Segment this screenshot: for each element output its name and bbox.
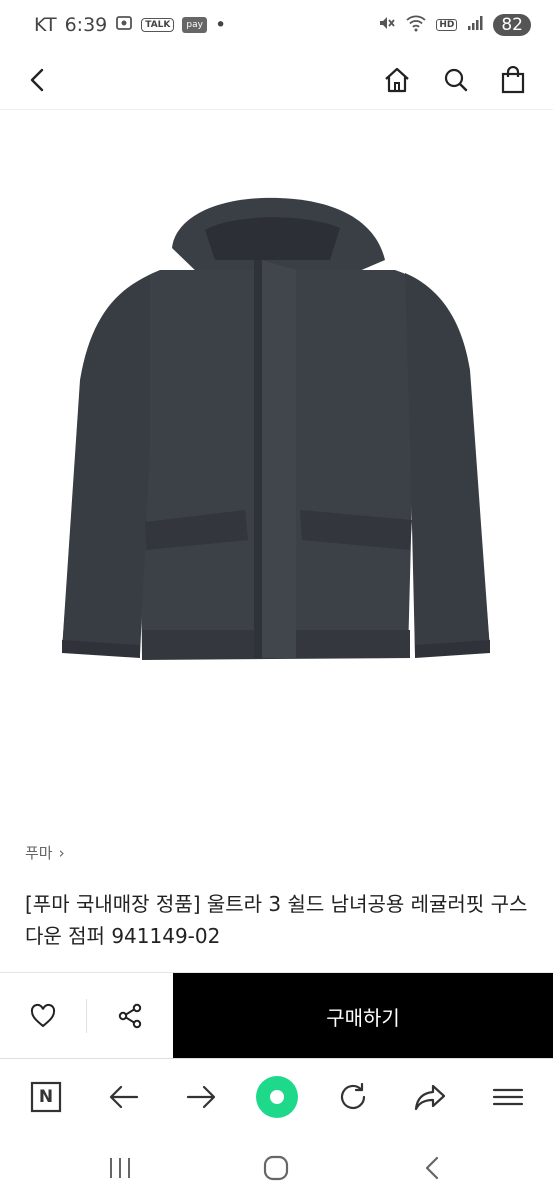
buy-button[interactable]: 구매하기 — [173, 973, 553, 1059]
back-button[interactable] — [18, 60, 58, 100]
hd-icon: HD — [436, 19, 458, 31]
browser-toolbar: N — [0, 1058, 553, 1134]
home-icon — [385, 67, 409, 93]
product-image[interactable] — [0, 110, 553, 825]
browser-back-button[interactable] — [100, 1073, 148, 1121]
naver-n-label: N — [38, 1087, 54, 1107]
signal-icon — [467, 14, 483, 36]
share-icon — [118, 1003, 142, 1029]
talk-icon: TALK — [141, 18, 175, 32]
heart-icon — [30, 1003, 56, 1028]
green-dot-icon — [256, 1076, 298, 1118]
arrow-right-icon — [186, 1085, 216, 1109]
home-nav-button[interactable] — [256, 1148, 296, 1188]
top-nav — [0, 50, 553, 110]
back-nav-button[interactable] — [412, 1148, 452, 1188]
pay-icon: pay — [182, 17, 207, 33]
home-button[interactable] — [377, 60, 417, 100]
back-icon — [30, 68, 44, 92]
chevron-right-icon: › — [58, 843, 65, 862]
browser-share-button[interactable] — [406, 1073, 454, 1121]
share-button[interactable] — [87, 973, 173, 1059]
recent-apps-button[interactable] — [100, 1148, 140, 1188]
status-right: HD 82 — [378, 14, 531, 37]
green-dot-button[interactable] — [253, 1073, 301, 1121]
home-circle-icon — [263, 1155, 289, 1181]
hamburger-menu-icon — [492, 1088, 524, 1106]
battery-level: 82 — [493, 14, 531, 36]
action-bar: 구매하기 — [0, 972, 553, 1059]
brand-name: 푸마 — [25, 844, 53, 862]
refresh-icon — [340, 1082, 366, 1110]
refresh-button[interactable] — [329, 1073, 377, 1121]
menu-button[interactable] — [484, 1073, 532, 1121]
browser-forward-button[interactable] — [177, 1073, 225, 1121]
mute-icon — [378, 14, 396, 37]
chevron-left-icon — [425, 1156, 439, 1180]
brand-link[interactable]: 푸마 › — [25, 842, 65, 863]
shopping-bag-icon — [501, 66, 525, 94]
notification-dot: • — [214, 14, 227, 36]
clock: 6:39 — [64, 14, 108, 36]
status-left: KT 6:39 TALK pay • — [34, 14, 226, 37]
arrow-left-icon — [109, 1085, 139, 1109]
search-icon — [444, 68, 468, 92]
wifi-icon — [406, 14, 426, 37]
carrier-label: KT — [34, 14, 57, 36]
cart-button[interactable] — [493, 60, 533, 100]
product-title: [푸마 국내매장 정품] 울트라 3 쉴드 남녀공용 레귤러핏 구스다운 점퍼 … — [25, 892, 528, 948]
naver-home-button[interactable]: N — [22, 1073, 70, 1121]
search-button[interactable] — [436, 60, 476, 100]
wishlist-button[interactable] — [0, 973, 86, 1059]
forward-share-icon — [414, 1084, 446, 1111]
recent-apps-icon — [110, 1158, 130, 1178]
jacket-image — [62, 197, 490, 660]
system-nav-bar — [0, 1134, 553, 1200]
status-bar: KT 6:39 TALK pay • HD 82 — [0, 0, 553, 50]
screenshot-icon — [115, 14, 133, 37]
